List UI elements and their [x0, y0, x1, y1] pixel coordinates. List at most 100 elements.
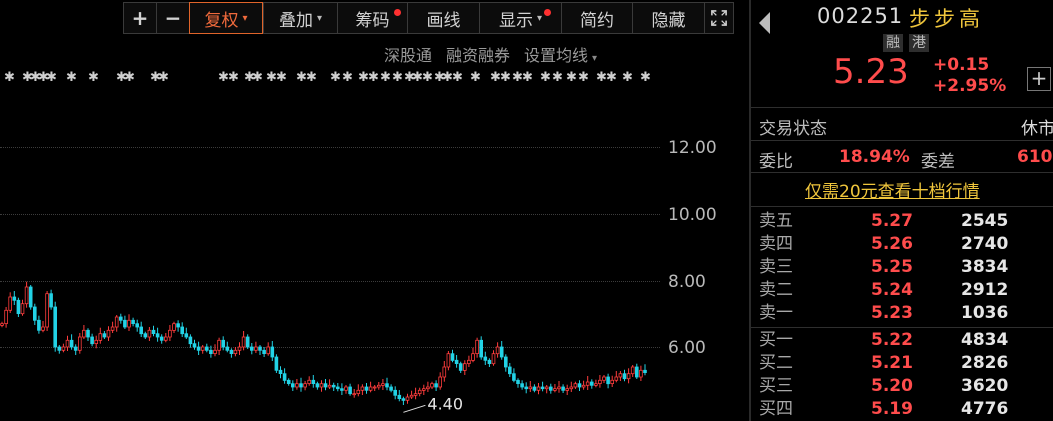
candle-body: [266, 346, 270, 355]
candle-body: [20, 303, 25, 315]
candle-body: [389, 386, 393, 391]
candle-body: [282, 373, 287, 381]
candle-body: [327, 384, 332, 388]
candle-body: [237, 346, 242, 351]
candle-body: [249, 346, 254, 351]
candle-body: [82, 329, 86, 338]
candle-body: [585, 381, 590, 386]
order-level-label: 卖三: [759, 257, 793, 277]
order-level-label: 买二: [759, 353, 793, 373]
candle-body: [368, 386, 373, 391]
candle-body: [192, 343, 197, 348]
candle-body: [594, 383, 598, 386]
price-change: +0.15: [933, 55, 990, 75]
candle-body: [397, 394, 402, 399]
candle-body: [381, 383, 385, 386]
candlestick-chart[interactable]: 4.40: [0, 0, 749, 421]
candle-body: [139, 326, 144, 335]
order-diff-label: 委差: [921, 152, 955, 172]
candle-body: [114, 316, 119, 328]
last-price: 5.23: [833, 52, 909, 92]
order-price: 5.24: [871, 280, 913, 300]
candle-body: [65, 339, 70, 348]
order-volume: 2740: [961, 234, 1009, 254]
level2-upgrade-link[interactable]: 仅需20元查看十档行情: [805, 177, 980, 202]
order-volume: 2545: [961, 211, 1009, 231]
candle-body: [507, 366, 512, 375]
candle-body: [385, 383, 389, 388]
candle-body: [94, 339, 99, 344]
candle-body: [475, 339, 479, 354]
trade-status-value: 休市: [1021, 119, 1053, 139]
candle-body: [233, 349, 238, 354]
candle-body: [45, 293, 49, 328]
candle-body: [278, 369, 283, 374]
order-price: 5.20: [871, 376, 913, 396]
candle-body: [159, 336, 164, 341]
candle-body: [335, 386, 340, 390]
candle-body: [311, 379, 316, 384]
candle-body: [557, 386, 561, 390]
order-book-row: 卖三 5.25 3834: [751, 256, 1053, 279]
candle-body: [581, 384, 586, 388]
candle-body: [204, 346, 209, 351]
candle-body: [598, 379, 602, 384]
divider: [751, 206, 1053, 207]
candle-body: [454, 359, 459, 364]
candle-body: [438, 376, 442, 388]
candle-body: [467, 359, 471, 364]
order-level-label: 买一: [759, 330, 793, 350]
candle-body: [299, 383, 303, 388]
candle-body: [172, 323, 176, 331]
candle-body: [57, 346, 62, 351]
order-book-row: 卖四 5.26 2740: [751, 233, 1053, 256]
order-book-row: 卖五 5.27 2545: [751, 210, 1053, 233]
candle-body: [49, 293, 53, 308]
candle-body: [434, 383, 438, 388]
order-level-label: 买三: [759, 376, 793, 396]
candle-body: [123, 319, 127, 328]
candle-body: [200, 346, 205, 351]
order-price: 5.21: [871, 353, 913, 373]
candle-body: [561, 386, 565, 391]
order-price: 5.23: [871, 303, 913, 323]
divider: [751, 107, 1053, 108]
hk-connect-tag-badge: 港: [909, 34, 929, 52]
divider: [751, 327, 1053, 328]
candle-body: [286, 379, 291, 384]
candle-body: [135, 323, 140, 328]
candle-body: [221, 339, 226, 348]
candle-body: [344, 386, 348, 391]
candle-body: [315, 383, 320, 388]
candle-body: [0, 323, 4, 326]
candle-body: [323, 383, 328, 388]
candle-body: [364, 386, 369, 391]
candle-body: [573, 383, 578, 388]
candle-body: [73, 346, 78, 351]
order-price: 5.22: [871, 330, 913, 350]
candle-body: [516, 379, 520, 384]
candle-body: [549, 386, 553, 391]
order-book-row: 买四 5.19 4776: [751, 398, 1053, 421]
candle-body: [209, 349, 213, 354]
kline-chart-panel[interactable]: + − 复权 ▾ 叠加 ▾ 筹码 画线 显示 ▾ 简约 隐藏 深股通 融资融券 …: [0, 0, 749, 421]
candle-body: [446, 353, 451, 368]
candle-body: [405, 396, 410, 401]
candle-body: [262, 349, 266, 354]
candle-body: [28, 286, 33, 308]
order-book-row: 买三 5.20 3620: [751, 375, 1053, 398]
candle-body: [602, 376, 606, 381]
candle-body: [577, 383, 582, 388]
candle-body: [372, 386, 377, 389]
back-arrow-icon[interactable]: [759, 12, 770, 34]
candle-body: [143, 333, 148, 338]
candle-body: [16, 299, 21, 314]
order-level-label: 卖二: [759, 280, 793, 300]
candle-body: [417, 389, 422, 394]
order-volume: 4834: [961, 330, 1009, 350]
add-watchlist-button[interactable]: +: [1027, 67, 1051, 91]
candle-body: [520, 383, 524, 388]
order-price: 5.25: [871, 257, 913, 277]
candle-body: [61, 346, 66, 351]
candle-body: [590, 381, 594, 386]
